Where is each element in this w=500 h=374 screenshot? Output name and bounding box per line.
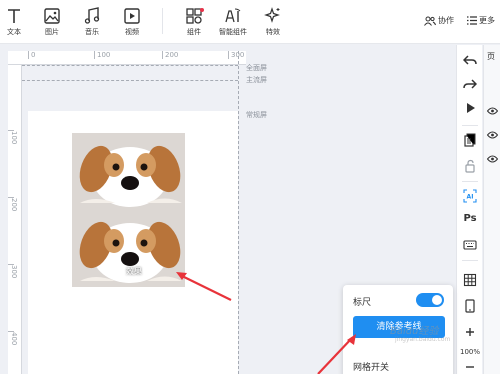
ruler-tick: 200 bbox=[10, 198, 18, 212]
guide-line-mainstream[interactable] bbox=[22, 80, 238, 81]
text-tool-button[interactable]: 文本 bbox=[0, 6, 32, 37]
preview-button[interactable] bbox=[463, 101, 477, 115]
unlock-icon bbox=[465, 159, 475, 173]
ruler-tick: 400 bbox=[10, 332, 18, 346]
keyboard-icon bbox=[463, 240, 477, 250]
collaborate-button[interactable]: 协作 bbox=[424, 15, 454, 26]
toolbar-divider bbox=[162, 8, 163, 34]
right-tool-column: AI Ps 100% bbox=[456, 45, 482, 374]
grid-button[interactable] bbox=[463, 273, 477, 287]
layer-panel: 页 bbox=[483, 45, 500, 374]
ruler-tick: 300 bbox=[228, 51, 244, 59]
ruler-corner bbox=[8, 51, 28, 65]
text-tool-label: 文本 bbox=[7, 28, 21, 36]
grid-icon bbox=[463, 273, 477, 287]
dog-image-top[interactable] bbox=[72, 133, 185, 209]
horizontal-ruler[interactable]: 0 100 200 300 bbox=[28, 51, 246, 65]
music-icon bbox=[84, 7, 100, 24]
eye-icon[interactable] bbox=[487, 107, 498, 115]
plus-icon bbox=[466, 328, 474, 336]
redo-button[interactable] bbox=[463, 77, 478, 91]
effects-tool-button[interactable]: 特效 bbox=[255, 6, 291, 37]
tool-divider bbox=[462, 260, 478, 261]
effects-icon bbox=[264, 7, 280, 23]
play-icon bbox=[467, 103, 475, 113]
top-toolbar: 文本 图片 音乐 视频 组件 智能组件 特效 协作 更多 bbox=[0, 0, 500, 44]
ruler-tick: 0 bbox=[28, 51, 35, 59]
ai-component-tool-label: 智能组件 bbox=[219, 28, 247, 36]
ai-icon: AI bbox=[463, 189, 477, 203]
list-icon bbox=[467, 16, 477, 25]
guide-label-full-screen: 全面屏 bbox=[246, 64, 267, 72]
music-tool-button[interactable]: 音乐 bbox=[74, 6, 110, 37]
ai-tool-button[interactable]: AI bbox=[463, 189, 477, 203]
effects-tool-label: 特效 bbox=[266, 28, 280, 36]
tool-divider bbox=[462, 125, 478, 126]
video-tool-label: 视频 bbox=[125, 28, 139, 36]
guide-label-mainstream: 主流屏 bbox=[246, 76, 267, 84]
lock-button[interactable] bbox=[463, 159, 477, 173]
more-button[interactable]: 更多 bbox=[467, 15, 495, 26]
more-label: 更多 bbox=[479, 16, 495, 25]
minus-icon bbox=[466, 366, 474, 368]
video-tool-button[interactable]: 视频 bbox=[114, 6, 150, 37]
toggle-knob bbox=[432, 295, 442, 305]
vertical-ruler[interactable]: 100 200 300 400 bbox=[8, 65, 22, 374]
guide-line-full-screen[interactable] bbox=[22, 65, 238, 66]
collaborate-label: 协作 bbox=[438, 16, 454, 25]
canvas-text-caption[interactable]: 效果 bbox=[126, 266, 142, 277]
users-icon bbox=[424, 16, 436, 26]
watermark-url: jingyan.baidu.com bbox=[395, 336, 451, 343]
text-icon bbox=[8, 9, 20, 23]
tool-divider bbox=[462, 181, 478, 182]
copy-page-button[interactable] bbox=[463, 133, 477, 147]
zoom-level: 100% bbox=[459, 348, 480, 356]
phone-icon bbox=[465, 299, 475, 313]
component-tool-label: 组件 bbox=[187, 28, 201, 36]
device-preview-button[interactable] bbox=[463, 299, 477, 313]
ruler-tick: 100 bbox=[94, 51, 110, 59]
component-tool-button[interactable]: 组件 bbox=[176, 6, 212, 37]
image-tool-button[interactable]: 图片 bbox=[34, 6, 70, 37]
image-icon bbox=[44, 8, 60, 24]
svg-text:AI: AI bbox=[467, 194, 474, 201]
eye-icon[interactable] bbox=[487, 131, 498, 139]
grid-toggle-label[interactable]: 网格开关 bbox=[353, 360, 389, 373]
guide-label-normal: 常规屏 bbox=[246, 111, 267, 119]
image-tool-label: 图片 bbox=[45, 28, 59, 36]
undo-button[interactable] bbox=[462, 53, 477, 67]
ruler-toggle-label: 标尺 bbox=[353, 298, 372, 308]
ruler-tick: 300 bbox=[10, 265, 18, 279]
zoom-out-button[interactable] bbox=[463, 360, 477, 374]
ai-component-icon bbox=[225, 8, 241, 23]
page-tab[interactable]: 页 bbox=[487, 51, 495, 62]
zoom-in-button[interactable] bbox=[463, 325, 477, 339]
eye-icon[interactable] bbox=[487, 155, 498, 163]
ruler-tick: 200 bbox=[162, 51, 178, 59]
redo-icon bbox=[463, 79, 478, 89]
copy-icon bbox=[464, 133, 476, 147]
photoshop-button[interactable]: Ps bbox=[463, 213, 477, 227]
ai-component-tool-button[interactable]: 智能组件 bbox=[215, 6, 251, 37]
ruler-toggle[interactable] bbox=[416, 293, 444, 307]
notification-dot bbox=[200, 8, 204, 12]
music-tool-label: 音乐 bbox=[85, 28, 99, 36]
watermark-text: Baidu经验 bbox=[390, 326, 439, 337]
video-icon bbox=[124, 8, 140, 24]
ruler-tick: 100 bbox=[10, 131, 18, 145]
keyboard-button[interactable] bbox=[463, 238, 477, 252]
guide-line-right-edge[interactable] bbox=[238, 51, 239, 374]
undo-icon bbox=[462, 55, 477, 65]
